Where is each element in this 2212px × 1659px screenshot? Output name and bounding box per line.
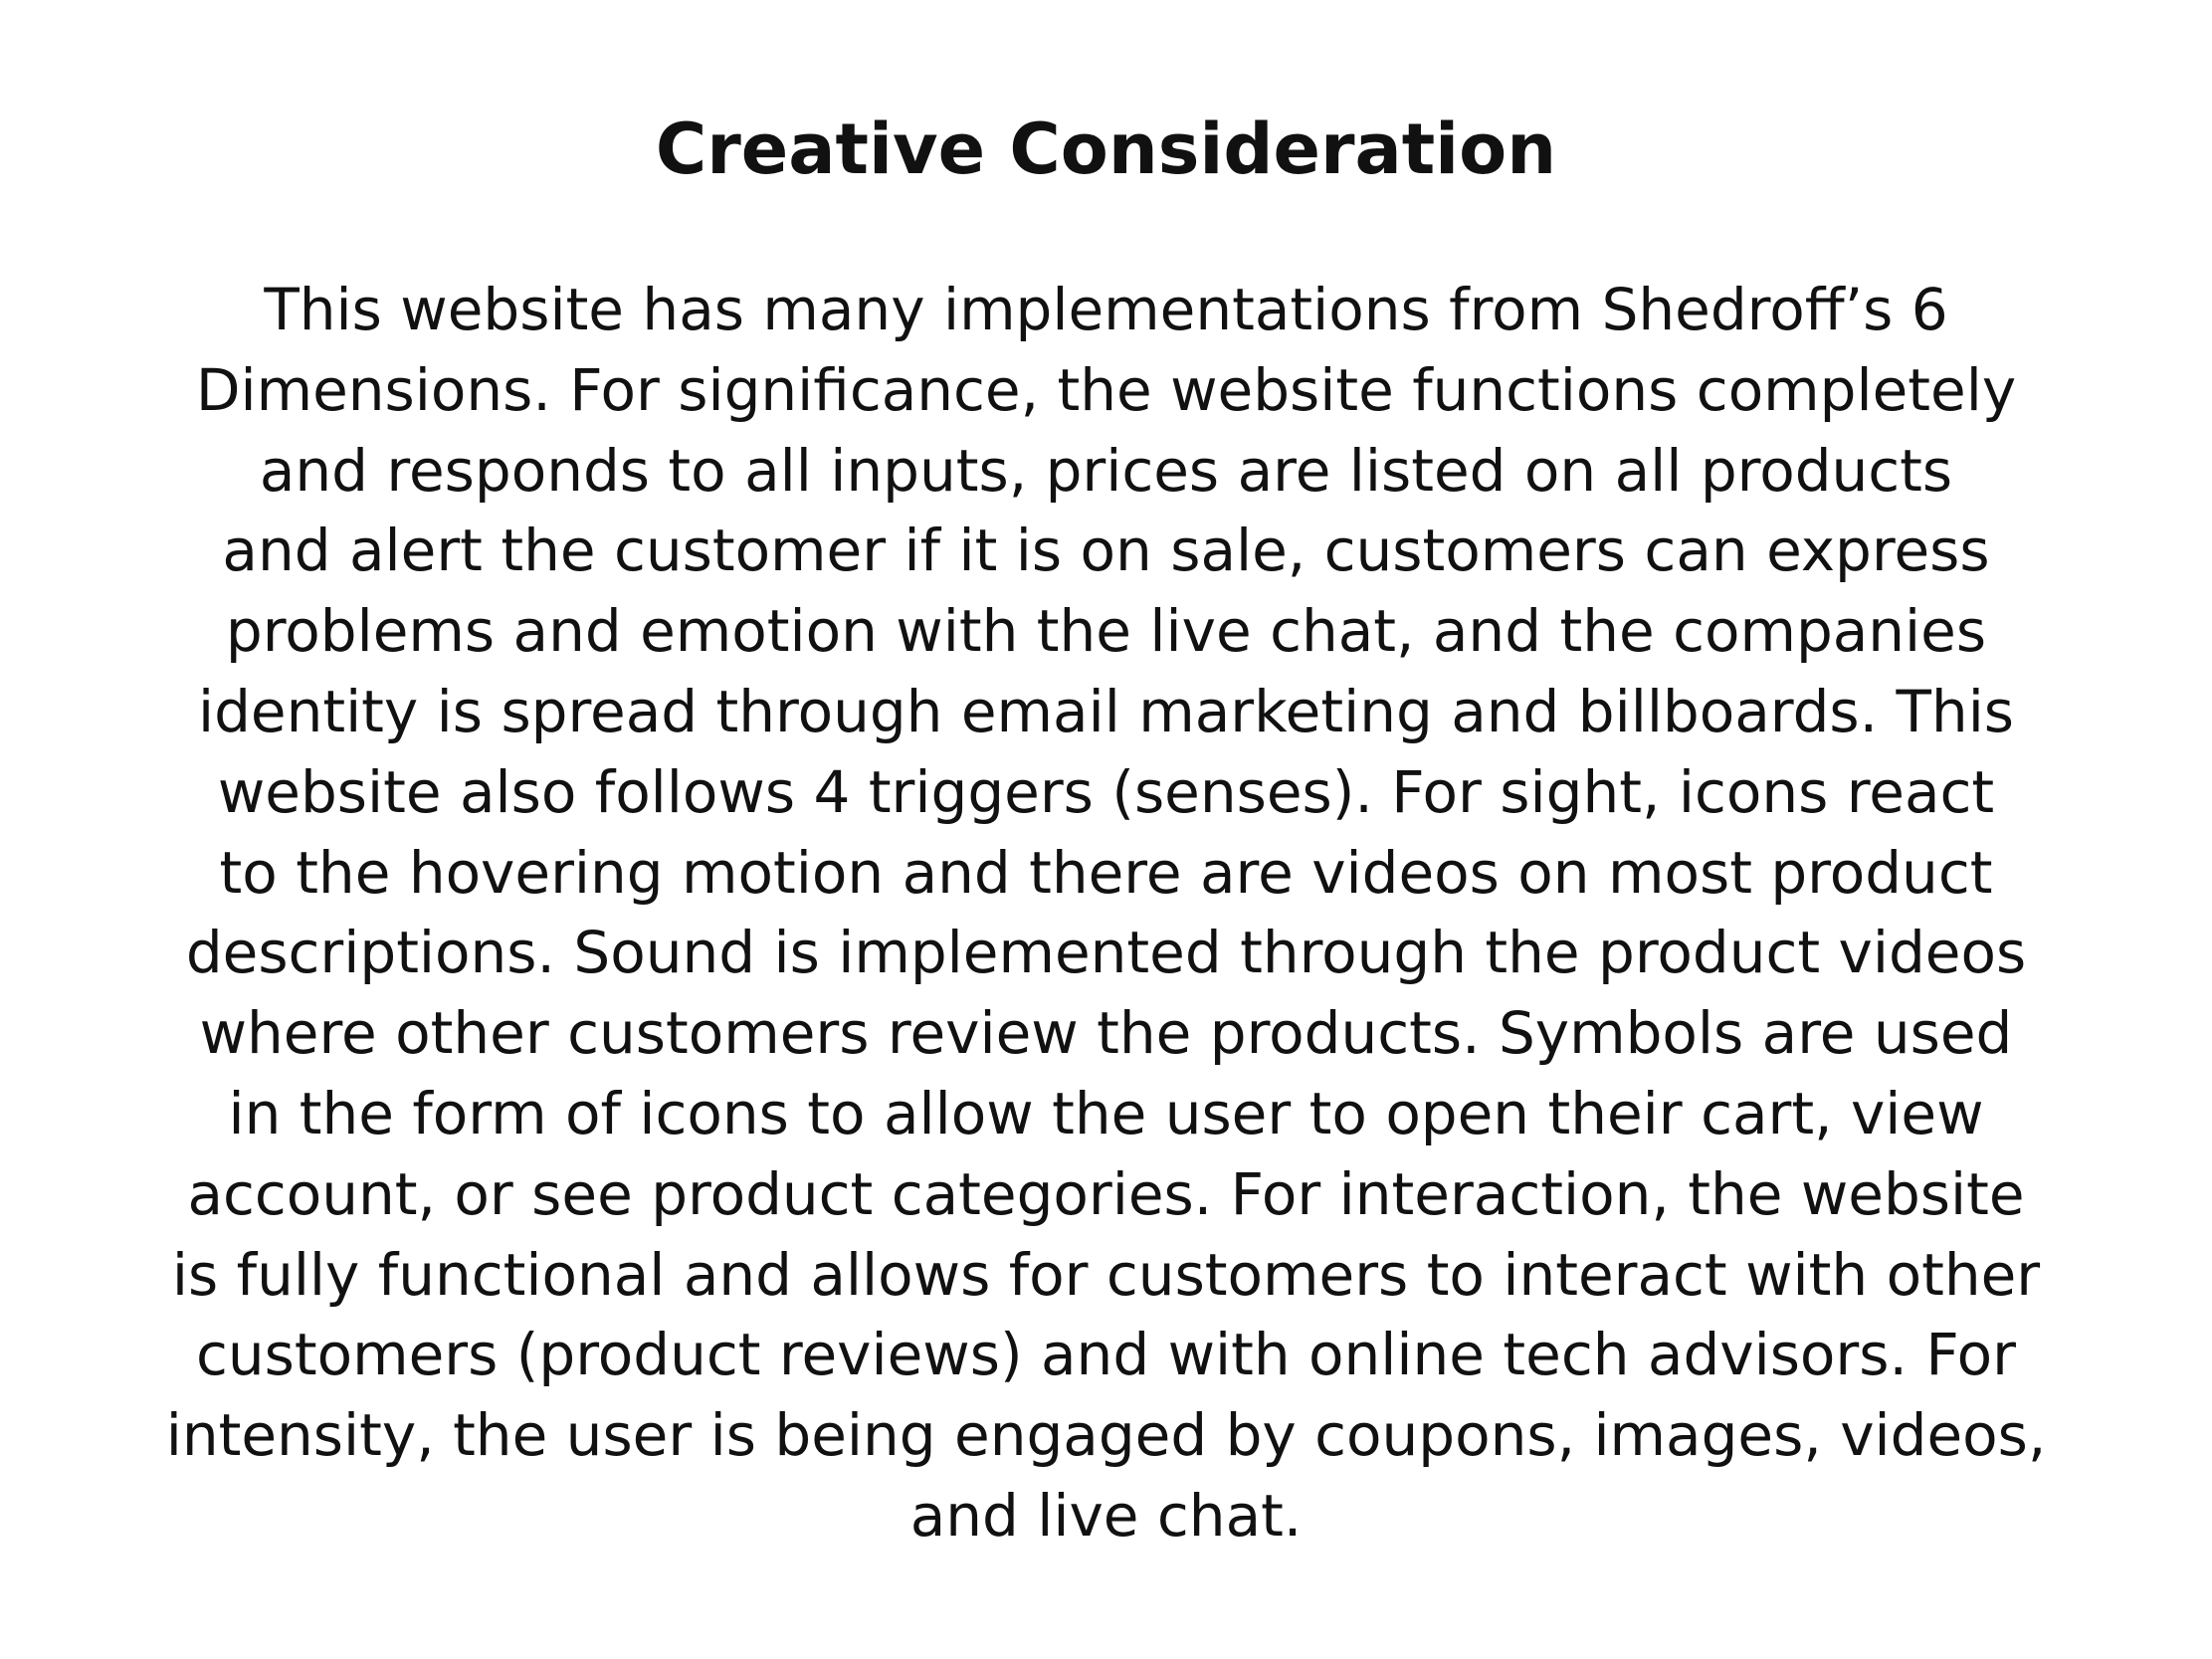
body-line: customers (product reviews) and with onl… — [196, 1321, 2016, 1389]
body-line: Dimensions. For significance, the websit… — [195, 355, 2017, 424]
body-line: and live chat. — [909, 1481, 1303, 1550]
slide: Creative Consideration This website has … — [0, 0, 2212, 1659]
body-line: intensity, the user is being engaged by … — [165, 1401, 2047, 1470]
body-line: account, or see product categories. For … — [187, 1159, 2025, 1228]
body-line: problems and emotion with the live chat,… — [225, 597, 1987, 666]
body-line: website also follows 4 triggers (senses)… — [217, 757, 1995, 826]
body-paragraph: This website has many implementations fr… — [115, 270, 2097, 1556]
body-line: This website has many implementations fr… — [264, 276, 1948, 343]
body-line: in the form of icons to allow the user t… — [228, 1079, 1984, 1147]
body-line: where other customers review the product… — [199, 999, 2013, 1068]
body-line: and alert the customer if it is on sale,… — [222, 517, 1990, 585]
body-line: to the hovering motion and there are vid… — [219, 838, 1993, 907]
body-line: and responds to all inputs, prices are l… — [259, 436, 1953, 505]
body-line: descriptions. Sound is implemented throu… — [185, 919, 2027, 987]
body-line: identity is spread through email marketi… — [197, 677, 2015, 745]
body-line: is fully functional and allows for custo… — [171, 1240, 2041, 1309]
slide-title: Creative Consideration — [655, 108, 1557, 190]
